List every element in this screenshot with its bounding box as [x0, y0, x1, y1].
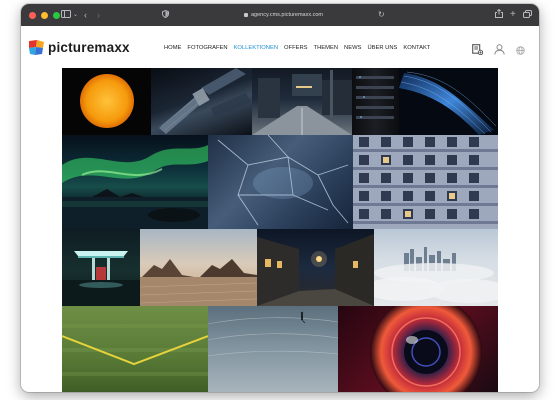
- image-gallery: [62, 68, 498, 392]
- reload-icon[interactable]: ↻: [378, 4, 385, 26]
- user-icon[interactable]: [494, 42, 505, 60]
- share-icon[interactable]: [495, 4, 503, 26]
- url-text: agency.cms.picturemaxx.com: [250, 12, 324, 18]
- close-window-button[interactable]: [29, 11, 36, 19]
- night-alley-photo[interactable]: [257, 229, 374, 306]
- lock-icon: [243, 13, 248, 17]
- site-logo[interactable]: picturemaxx: [29, 40, 130, 55]
- browser-toolbar: ⌄ ‹ › agency.cms.picturemaxx.com ↻ +: [21, 4, 539, 26]
- privacy-shield-icon[interactable]: [162, 4, 169, 26]
- lightbox-icon[interactable]: [472, 42, 484, 60]
- nav-item-home[interactable]: HOME: [164, 45, 181, 51]
- main-nav: HOME FOTOGRAFEN KOLLEKTIONEN OFFERS THEM…: [164, 45, 430, 51]
- new-tab-icon[interactable]: +: [510, 4, 516, 26]
- building-facade-photo[interactable]: [353, 135, 498, 229]
- zoom-window-button[interactable]: [53, 11, 60, 19]
- server-rack-photo[interactable]: [352, 68, 399, 135]
- logo-text: picturemaxx: [48, 40, 130, 55]
- browser-window: ⌄ ‹ › agency.cms.picturemaxx.com ↻ + pic…: [21, 4, 539, 392]
- nav-item-themen[interactable]: THEMEN: [314, 45, 338, 51]
- address-bar[interactable]: agency.cms.picturemaxx.com: [196, 9, 371, 21]
- back-icon[interactable]: ‹: [84, 4, 87, 26]
- nav-item-news[interactable]: NEWS: [344, 45, 361, 51]
- tabs-overview-icon[interactable]: [523, 4, 532, 26]
- aurora-photo[interactable]: [62, 135, 208, 229]
- nav-item-ueber-uns[interactable]: ÜBER UNS: [367, 45, 397, 51]
- fiber-optics-photo[interactable]: [399, 68, 498, 135]
- nav-item-offers[interactable]: OFFERS: [284, 45, 308, 51]
- sun-photo[interactable]: [62, 68, 151, 135]
- minimize-window-button[interactable]: [41, 11, 48, 19]
- camera-lens-photo[interactable]: [338, 306, 498, 392]
- satellite-photo[interactable]: [151, 68, 252, 135]
- sidebar-icon[interactable]: [61, 4, 71, 26]
- nav-item-kollektionen[interactable]: KOLLEKTIONEN: [234, 45, 278, 51]
- skater-ramp-photo[interactable]: [208, 306, 338, 392]
- night-street-photo[interactable]: [252, 68, 352, 135]
- header-actions: [472, 42, 525, 60]
- ice-texture-photo[interactable]: [208, 135, 353, 229]
- globe-icon[interactable]: [516, 42, 525, 60]
- sports-field-photo[interactable]: [62, 306, 208, 392]
- desert-rocks-photo[interactable]: [140, 229, 257, 306]
- gas-station-photo[interactable]: [62, 229, 140, 306]
- nav-item-fotografen[interactable]: FOTOGRAFEN: [187, 45, 227, 51]
- chevron-down-icon[interactable]: ⌄: [73, 4, 78, 26]
- site-header: picturemaxx HOME FOTOGRAFEN KOLLEKTIONEN…: [21, 26, 539, 72]
- logo-mark-icon: [29, 40, 44, 55]
- nav-item-kontakt[interactable]: KONTAKT: [403, 45, 430, 51]
- window-controls: [29, 11, 60, 19]
- forward-icon[interactable]: ›: [97, 4, 100, 26]
- city-fog-photo[interactable]: [374, 229, 498, 306]
